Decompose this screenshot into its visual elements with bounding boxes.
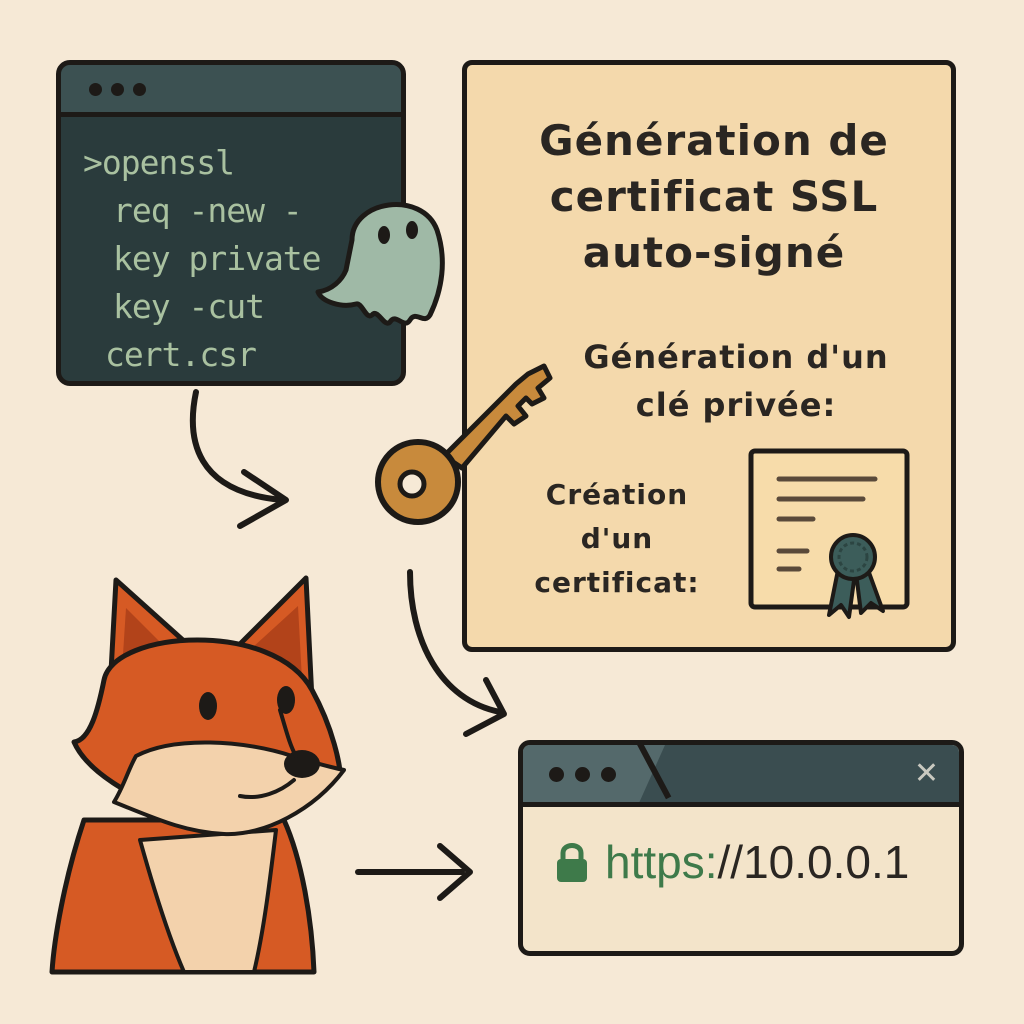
step-line: Génération d'un [583, 338, 889, 376]
lock-icon [557, 843, 587, 882]
terminal-line: key -cut [113, 287, 265, 326]
title-line: Génération de [539, 116, 889, 165]
window-dot-icon [549, 767, 564, 782]
terminal-line: >openssl [83, 143, 235, 182]
fox-illustration [49, 575, 346, 975]
key-icon [375, 363, 553, 525]
step-private-key: Génération d'un clé privée: [531, 333, 941, 429]
title-line: certificat SSL [549, 172, 879, 221]
url-host: //10.0.0.1 [717, 836, 910, 888]
terminal-titlebar [61, 65, 401, 117]
terminal-line: req -new - [113, 191, 303, 230]
title-line: auto-signé [582, 228, 846, 277]
step-line: certificat: [534, 566, 700, 599]
window-dot-icon [601, 767, 616, 782]
address-bar[interactable]: https://10.0.0.1 [555, 835, 909, 889]
browser-toolbar: ✕ [523, 745, 959, 807]
terminal-line: cert.csr [105, 335, 257, 374]
close-icon[interactable]: ✕ [914, 757, 939, 791]
url-text: https://10.0.0.1 [605, 835, 909, 889]
window-dot-icon [575, 767, 590, 782]
url-scheme: https: [605, 836, 718, 888]
certificate-icon [748, 448, 910, 619]
panel-title: Génération de certificat SSL auto-signé [487, 113, 941, 281]
window-dot-icon [133, 83, 146, 96]
terminal-line: key private [113, 239, 322, 278]
browser-window: ✕ https://10.0.0.1 [518, 740, 964, 956]
window-dot-icon [89, 83, 102, 96]
terminal-command: >openssl req -new - key private key -cut… [83, 139, 322, 379]
window-dot-icon [111, 83, 124, 96]
ghost-icon [315, 202, 445, 326]
step-line: clé privée: [635, 386, 837, 424]
